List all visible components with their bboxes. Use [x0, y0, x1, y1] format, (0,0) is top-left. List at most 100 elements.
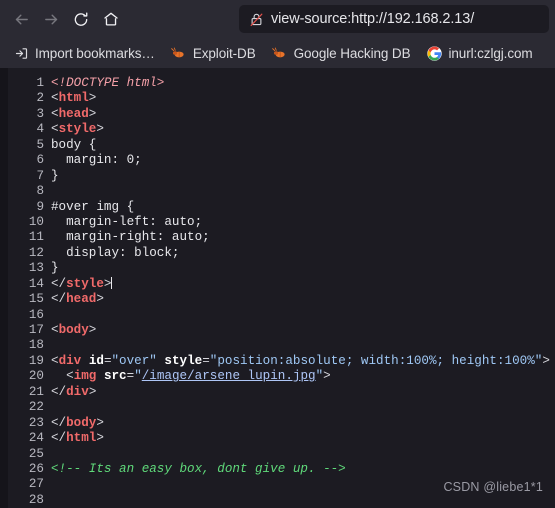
- code-line-content: </div>: [44, 385, 96, 400]
- code-token: margin: 0;: [51, 153, 142, 168]
- code-token: <!-- Its an easy box, dont give up. -->: [51, 461, 346, 476]
- forward-button[interactable]: [36, 4, 66, 34]
- code-line-content: </head>: [44, 292, 104, 307]
- address-bar[interactable]: view-source:http://192.168.2.13/: [239, 5, 549, 33]
- code-line-content: <head>: [44, 107, 96, 122]
- urlbar-container: view-source:http://192.168.2.13/: [126, 5, 549, 33]
- code-token: >: [88, 323, 97, 337]
- code-line-content: </html>: [44, 431, 104, 446]
- code-line-content: [44, 493, 51, 508]
- line-number: 26: [28, 461, 44, 476]
- line-number: 18: [28, 338, 44, 353]
- code-token: style: [66, 276, 104, 291]
- code-token: ": [134, 369, 142, 384]
- code-line: 19 <div id="over" style="position:absolut…: [0, 354, 555, 369]
- bookmarks-bar: Import bookmarks… Exploit-DB Google Hack…: [0, 38, 555, 68]
- code-line: 1 <!DOCTYPE html>: [0, 76, 555, 91]
- line-number: 11: [28, 230, 44, 245]
- code-line: 13}: [0, 261, 555, 276]
- code-token: <!DOCTYPE html>: [51, 76, 165, 90]
- code-token: >: [96, 122, 104, 137]
- exploit-db-bug-icon: [272, 45, 288, 61]
- home-button[interactable]: [96, 4, 126, 34]
- code-token: div: [58, 353, 82, 368]
- code-token: </: [51, 431, 67, 446]
- code-line-content: [44, 308, 51, 323]
- code-line: 7}: [0, 169, 555, 184]
- bookmark-label: Import bookmarks…: [35, 45, 155, 61]
- code-line: 9 #over img {: [0, 200, 555, 215]
- line-number: 4: [36, 122, 44, 137]
- code-line: 28: [0, 493, 555, 508]
- code-token: >: [88, 91, 97, 106]
- code-token: head: [66, 292, 97, 307]
- bookmark-exploit-db[interactable]: Exploit-DB: [166, 42, 261, 64]
- bookmark-label: Google Hacking DB: [293, 45, 411, 61]
- code-token: display: block;: [51, 245, 180, 260]
- back-button[interactable]: [6, 4, 36, 34]
- browser-chrome: view-source:http://192.168.2.13/ Import …: [0, 0, 555, 68]
- line-number: 9: [36, 199, 44, 214]
- line-number: 5: [36, 137, 44, 152]
- code-line: 11 margin-right: auto;: [0, 230, 555, 245]
- code-line-content: <!-- Its an easy box, dont give up. -->: [44, 462, 346, 477]
- code-token: head: [58, 106, 89, 121]
- line-number: 13: [28, 261, 44, 276]
- bookmark-google-hacking-db[interactable]: Google Hacking DB: [267, 42, 416, 64]
- code-line: 23 </body>: [0, 416, 555, 431]
- code-token: }: [51, 168, 59, 183]
- code-token: <: [51, 106, 59, 121]
- navigation-toolbar: view-source:http://192.168.2.13/: [0, 0, 555, 38]
- code-line-content: <html>: [44, 91, 96, 106]
- arrow-left-icon: [15, 14, 28, 24]
- code-line-content: <body>: [44, 323, 96, 338]
- code-token: </: [51, 292, 67, 307]
- code-token: <: [51, 323, 59, 337]
- code-line: 12 display: block;: [0, 246, 555, 261]
- line-number: 3: [36, 106, 44, 121]
- bookmark-import-bookmarks[interactable]: Import bookmarks…: [8, 42, 160, 64]
- code-line: 20 <img src="/image/arsene_lupin.jpg">: [0, 369, 555, 384]
- line-number: 6: [36, 153, 44, 168]
- code-line-content: <!DOCTYPE html>: [44, 76, 164, 91]
- code-token: body: [58, 323, 89, 337]
- line-number: 20: [28, 369, 44, 384]
- code-line-content: #over img {: [44, 200, 134, 215]
- code-token: html: [66, 431, 97, 446]
- code-token: style: [164, 353, 203, 368]
- line-number: 22: [28, 400, 44, 415]
- reload-button[interactable]: [66, 4, 96, 34]
- code-line-content: body {: [44, 138, 96, 153]
- source-link[interactable]: /image/arsene_lupin.jpg: [142, 369, 316, 383]
- source-code-listing[interactable]: 1 <!DOCTYPE html> 2 <html> 3 <head> 4 <style> 5 b…: [0, 76, 555, 508]
- code-token: >: [96, 431, 104, 446]
- code-line-content: <style>: [44, 122, 104, 137]
- bookmark-label: Exploit-DB: [192, 45, 256, 61]
- exploit-db-bug-icon: [171, 45, 187, 61]
- code-token: </: [51, 415, 67, 430]
- lock-crossed-out-icon[interactable]: [247, 10, 265, 28]
- code-token: >: [96, 292, 104, 307]
- code-line: 8: [0, 184, 555, 199]
- code-line-content: }: [44, 169, 59, 184]
- view-source-content[interactable]: 1 <!DOCTYPE html> 2 <html> 3 <head> 4 <style> 5 b…: [0, 68, 555, 508]
- bookmark-inurl-czlgj[interactable]: inurl:czlgj.com: [422, 42, 538, 64]
- line-number: 8: [36, 184, 44, 199]
- code-token: "position:absolute; width:100%; height:1…: [209, 353, 543, 368]
- code-token: }: [51, 261, 59, 276]
- code-line-content: <div id="over" style="position:absolute;…: [44, 354, 550, 369]
- code-token: =: [103, 353, 112, 368]
- code-line: 18: [0, 338, 555, 353]
- code-token: ": [315, 369, 324, 384]
- code-token: body: [66, 415, 97, 430]
- code-line-content: display: block;: [44, 246, 179, 261]
- code-line: 22: [0, 400, 555, 415]
- code-token: >: [88, 106, 97, 121]
- code-line-content: margin: 0;: [44, 153, 142, 168]
- code-line-content: margin-right: auto;: [44, 230, 210, 245]
- code-token: <: [66, 369, 74, 384]
- line-number: 27: [28, 477, 44, 492]
- home-icon: [104, 12, 118, 26]
